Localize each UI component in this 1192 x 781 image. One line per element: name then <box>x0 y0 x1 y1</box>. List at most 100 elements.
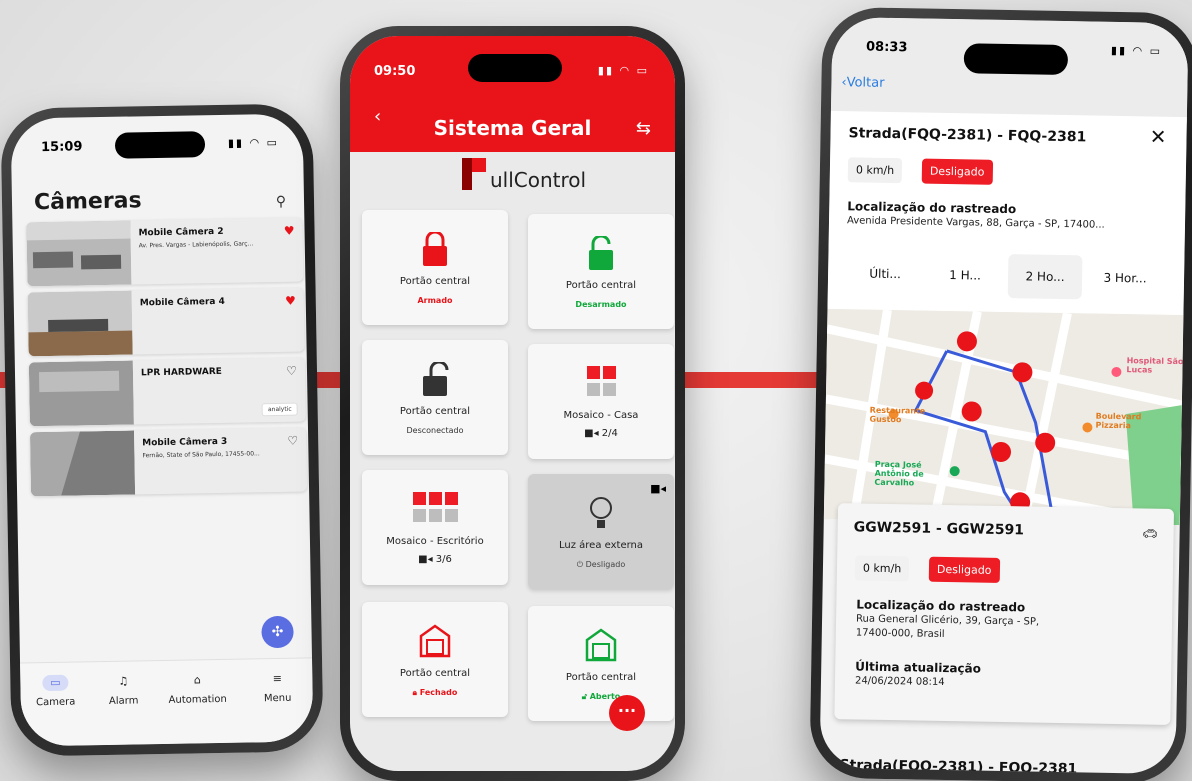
heart-outline-icon[interactable]: ♡ <box>286 364 297 378</box>
tile-label: Portão central <box>565 280 637 291</box>
tile-status: Desarmado <box>575 300 627 309</box>
nav-automation[interactable]: ⌂ Automation <box>162 672 233 706</box>
tile-label: Portão central <box>399 668 471 679</box>
power-icon: ⏻ <box>576 560 584 569</box>
garage-icon <box>419 624 451 658</box>
tile-luz-area-externa[interactable]: ■◂ Luz área externa ⏻ Desligado <box>528 474 674 589</box>
tile-status: Desconectado <box>406 426 464 435</box>
tile-portao-desconectado[interactable]: Portão central Desconectado <box>362 340 508 455</box>
camera-card[interactable]: LPR HARDWARE ♡ analytic <box>28 357 306 427</box>
status-icons: ▮▮ ◠ ▭ <box>597 64 649 77</box>
status-icons: ▮▮ ◠ ▭ <box>227 135 280 150</box>
car-icon: 🚗︎ <box>1142 526 1158 541</box>
location-title: Localização do rastreado <box>856 597 1026 615</box>
tile-label: Mosaico - Casa <box>563 410 639 421</box>
dynamic-island <box>963 43 1069 76</box>
vehicle-title: GGW2591 - GGW2591 <box>853 519 1025 539</box>
range-tab-1h[interactable]: 1 H... <box>928 253 1003 298</box>
tile-status: 🔒︎ Fechado <box>362 688 508 698</box>
cameras-screen: 15:09 ▮▮ ◠ ▭ Câmeras ⚲ Mobile Câmera 2 A… <box>10 113 314 747</box>
video-icon: ■◂ <box>650 482 666 495</box>
tile-portao-desarmado[interactable]: Portão central Desarmado <box>528 214 674 329</box>
mosaic-icon <box>587 366 616 396</box>
close-icon[interactable]: ✕ <box>1150 125 1167 149</box>
location-address: Avenida Presidente Vargas, 88, Garça - S… <box>846 215 1105 231</box>
camera-card[interactable]: Mobile Câmera 3 Fernão, State of São Pau… <box>30 427 308 497</box>
map-label-pizzaria: Boulevard Pizzaria <box>1095 411 1142 431</box>
lock-open-icon: 🔓︎ <box>581 692 587 701</box>
dynamic-island <box>468 54 562 82</box>
nav-alarm[interactable]: ♫ Alarm <box>88 673 159 707</box>
tile-portao-armado[interactable]: Portão central Armado <box>362 210 508 325</box>
tile-count: ■◂ 3/6 <box>362 554 508 565</box>
more-options-button[interactable]: ··· <box>609 695 645 731</box>
bulb-icon <box>590 497 612 528</box>
tile-label: Mosaico - Escritório <box>386 536 484 547</box>
tile-label: Portão central <box>565 672 637 683</box>
vehicle-card[interactable]: GGW2591 - GGW2591 🚗︎ 0 km/h Desligado Lo… <box>834 503 1175 725</box>
back-button[interactable]: ‹Voltar <box>841 75 884 91</box>
speed-badge: 0 km/h <box>854 555 910 582</box>
range-tab-2h[interactable]: 2 Ho... <box>1007 254 1083 300</box>
logo-mark <box>462 158 486 190</box>
tile-label: Luz área externa <box>558 540 643 551</box>
tile-label: Portão central <box>399 406 471 417</box>
nav-label: Alarm <box>108 695 139 707</box>
lock-open-icon <box>589 236 613 270</box>
location-title: Localização do rastreado <box>847 199 1017 217</box>
heart-filled-icon[interactable]: ♥ <box>284 224 295 238</box>
tile-mosaico-casa[interactable]: Mosaico - Casa ■◂ 2/4 <box>528 344 674 459</box>
mosaic-icon <box>413 492 458 522</box>
tile-portao-aberto[interactable]: Portão central 🔓︎ Aberto <box>528 606 674 721</box>
range-tab-last[interactable]: Últi... <box>848 251 923 296</box>
location-address-line1: Rua General Glicério, 39, Garça - SP, <box>855 613 1040 628</box>
nav-label: Menu <box>263 692 292 705</box>
tile-portao-fechado[interactable]: Portão central 🔒︎ Fechado <box>362 602 508 717</box>
garage-icon <box>585 628 617 662</box>
phone-sistema-geral: 09:50 ▮▮ ◠ ▭ ‹ Sistema Geral ⇆ ullContro… <box>340 26 685 781</box>
dynamic-island <box>114 131 206 159</box>
tracking-map[interactable]: Hospital São Lucas Restaurante Gustoo Bo… <box>823 308 1184 526</box>
tile-mosaico-escritorio[interactable]: Mosaico - Escritório ■◂ 3/6 <box>362 470 508 585</box>
camera-thumbnail <box>30 430 136 497</box>
swap-icon[interactable]: ⇆ <box>636 118 651 139</box>
camera-address: Fernão, State of São Paulo, 17455-00... <box>142 450 260 460</box>
speed-badge: 0 km/h <box>847 157 903 184</box>
tile-status-value: Desligado <box>585 560 626 569</box>
grid-view-button[interactable]: ✣ <box>261 615 294 649</box>
page-title: Sistema Geral <box>433 116 592 140</box>
camera-name: Mobile Câmera 4 <box>139 296 225 309</box>
page-title: Câmeras <box>33 188 142 216</box>
range-tab-3h[interactable]: 3 Hor... <box>1088 255 1163 300</box>
nav-menu[interactable]: ≡ Menu <box>242 670 313 704</box>
bottom-nav: ▭ Camera ♫ Alarm ⌂ Automation ≡ Menu <box>20 657 314 747</box>
search-icon[interactable]: ⚲ <box>276 194 287 210</box>
camera-name: Mobile Câmera 2 <box>138 226 224 239</box>
map-label-restaurante: Restaurante Gustoo <box>869 405 926 425</box>
lock-closed-icon: 🔒︎ <box>412 688 417 697</box>
back-label: Voltar <box>846 75 885 91</box>
tile-count-value: 2/4 <box>601 428 618 439</box>
bell-icon: ♫ <box>118 674 129 688</box>
video-icon: ■◂ <box>418 554 433 565</box>
status-badge: Desligado <box>921 158 993 185</box>
phone-rastreamento: 08:33 ▮▮ ◠ ▭ ‹Voltar Strada(FQQ-2381) - … <box>809 6 1192 781</box>
heart-filled-icon[interactable]: ♥ <box>285 294 296 308</box>
nav-camera[interactable]: ▭ Camera <box>20 674 91 708</box>
camera-thumbnail <box>27 290 133 357</box>
tile-status: 🔓︎ Aberto <box>528 692 674 702</box>
next-vehicle-title[interactable]: Strada(FQQ-2381) - FQQ-2381 <box>839 757 1077 774</box>
rastreamento-screen: 08:33 ▮▮ ◠ ▭ ‹Voltar Strada(FQQ-2381) - … <box>819 16 1189 775</box>
analytic-tag: analytic <box>261 402 298 417</box>
camera-card[interactable]: Mobile Câmera 4 ♥ <box>27 287 305 357</box>
vehicle-title: Strada(FQQ-2381) - FQQ-2381 <box>848 125 1087 146</box>
camera-thumbnail <box>26 220 132 287</box>
nav-label: Camera <box>36 696 76 709</box>
status-time: 08:33 <box>865 39 908 56</box>
status-time: 09:50 <box>374 64 416 79</box>
camera-name: Mobile Câmera 3 <box>142 436 228 449</box>
status-icons: ▮▮ ◠ ▭ <box>1110 43 1163 58</box>
map-label-hospital: Hospital São Lucas <box>1126 356 1184 375</box>
heart-outline-icon[interactable]: ♡ <box>287 434 298 448</box>
camera-card[interactable]: Mobile Câmera 2 Av. Pres. Vargas - Labie… <box>26 217 304 287</box>
